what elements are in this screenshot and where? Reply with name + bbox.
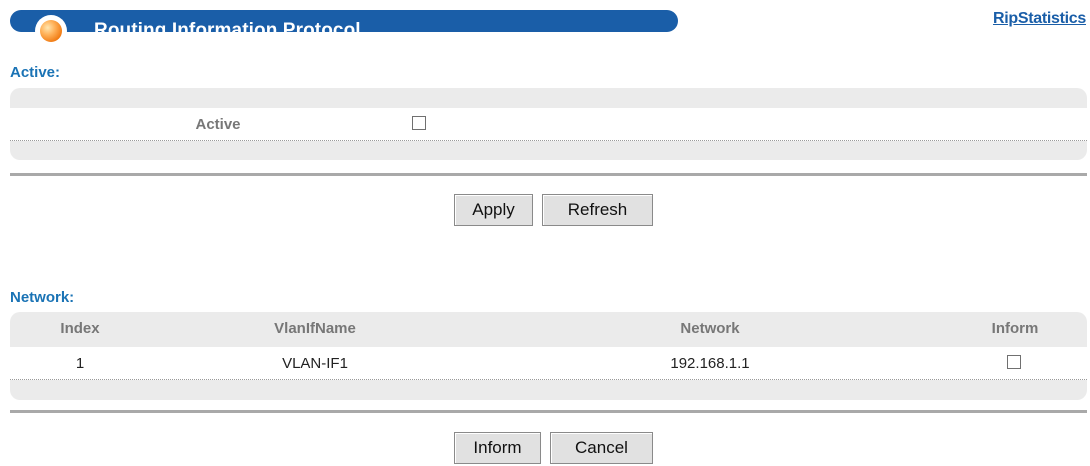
network-section-label: Network: — [10, 289, 75, 306]
active-panel: Active — [10, 88, 1087, 160]
apply-button[interactable]: Apply — [454, 194, 533, 226]
page-title: Routing Information Protocol — [94, 20, 361, 41]
column-header-inform: Inform — [991, 320, 1039, 337]
column-header-vlanifname: VlanIfName — [274, 320, 356, 337]
column-header-network: Network — [680, 320, 740, 337]
table-row: 1 VLAN-IF1 192.168.1.1 — [10, 347, 1087, 380]
separator — [10, 173, 1087, 176]
row-inform-checkbox[interactable] — [1007, 355, 1021, 369]
network-table: Index VlanIfName Network Inform 1 VLAN-I… — [10, 312, 1087, 400]
title-bar: Routing Information Protocol — [10, 10, 678, 47]
title-orb-icon-frame — [35, 15, 67, 47]
inform-button[interactable]: Inform — [454, 432, 541, 464]
orb-icon — [40, 20, 62, 42]
active-checkbox[interactable] — [412, 116, 426, 130]
cancel-button[interactable]: Cancel — [550, 432, 653, 464]
active-row: Active — [10, 108, 1087, 141]
row-network: 192.168.1.1 — [670, 355, 750, 372]
rip-statistics-link[interactable]: RipStatistics — [993, 10, 1086, 28]
active-section-label: Active: — [10, 64, 61, 81]
row-index: 1 — [75, 355, 85, 372]
column-header-index: Index — [60, 320, 100, 337]
row-vlanifname: VLAN-IF1 — [282, 355, 348, 372]
refresh-button[interactable]: Refresh — [542, 194, 653, 226]
separator — [10, 410, 1087, 413]
active-field-label: Active — [195, 116, 241, 133]
